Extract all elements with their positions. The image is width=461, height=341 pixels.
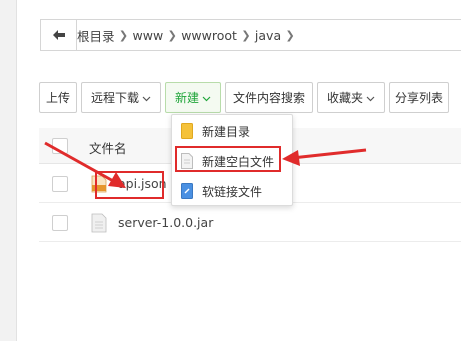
annotation-arrow	[44, 141, 126, 188]
annotation-arrow	[282, 148, 367, 166]
annotation-arrows	[44, 141, 367, 188]
